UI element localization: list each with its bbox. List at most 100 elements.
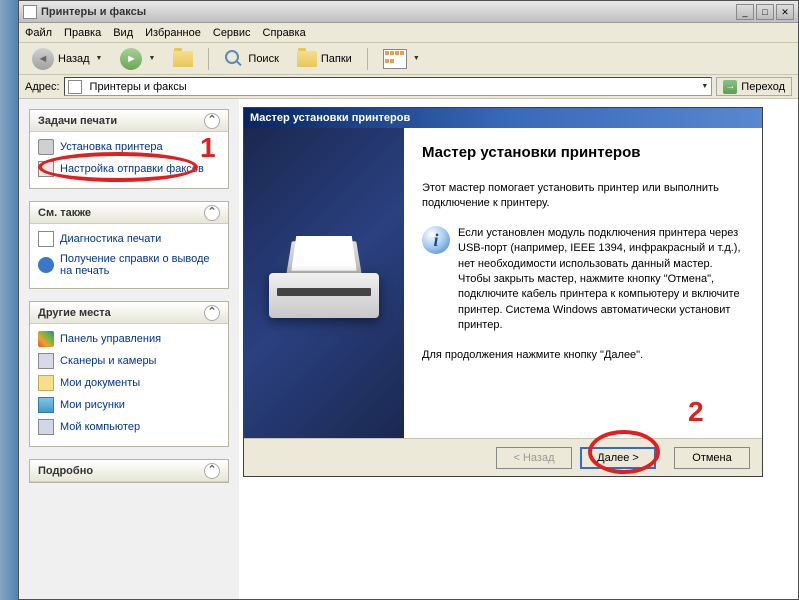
location-icon — [68, 80, 82, 94]
sidebar-item-troubleshoot[interactable]: Диагностика печати — [38, 228, 220, 250]
window-icon — [23, 5, 37, 19]
address-label: Адрес: — [25, 81, 60, 93]
menu-file[interactable]: Файл — [25, 27, 52, 39]
panel-title: См. также — [38, 207, 91, 219]
sidebar-item-documents[interactable]: Мои документы — [38, 372, 220, 394]
collapse-icon[interactable]: ⌃ — [204, 205, 220, 221]
close-button[interactable]: ✕ — [776, 4, 794, 20]
folders-button[interactable]: Папки — [290, 46, 359, 72]
pictures-icon — [38, 397, 54, 413]
sidebar-item-get-help[interactable]: Получение справки о выводе на печать — [38, 250, 220, 280]
menu-view[interactable]: Вид — [113, 27, 133, 39]
scanner-icon — [38, 353, 54, 369]
maximize-button[interactable]: □ — [756, 4, 774, 20]
wizard-continue-text: Для продолжения нажмите кнопку "Далее". — [422, 348, 744, 363]
panel-title: Другие места — [38, 307, 111, 319]
sidebar-item-label: Получение справки о выводе на печать — [60, 253, 220, 277]
documents-icon — [38, 375, 54, 391]
printer-icon — [38, 139, 54, 155]
collapse-icon[interactable]: ⌃ — [204, 113, 220, 129]
address-bar: Адрес: Принтеры и факсы ▼ → Переход — [19, 75, 798, 99]
menu-help[interactable]: Справка — [263, 27, 306, 39]
sidebar-item-fax-setup[interactable]: Настройка отправки факсов — [38, 158, 220, 180]
panel-details: Подробно ⌃ — [29, 459, 229, 483]
views-icon — [383, 49, 407, 69]
sidebar-item-pictures[interactable]: Мои рисунки — [38, 394, 220, 416]
address-value: Принтеры и факсы — [90, 81, 187, 93]
sidebar-item-control-panel[interactable]: Панель управления — [38, 328, 220, 350]
minimize-button[interactable]: _ — [736, 4, 754, 20]
sidebar-item-mycomputer[interactable]: Мой компьютер — [38, 416, 220, 438]
next-button[interactable]: Далее > — [580, 447, 656, 469]
wizard-titlebar: Мастер установки принтеров — [244, 108, 762, 128]
mycomputer-icon — [38, 419, 54, 435]
printer-wizard-dialog: Мастер установки принтеров Мастер устано… — [243, 107, 763, 477]
back-button[interactable]: ◄ Назад ▼ — [25, 46, 109, 72]
wizard-footer: < Назад Далее > Отмена — [244, 438, 762, 476]
go-arrow-icon: → — [723, 80, 737, 94]
collapse-icon[interactable]: ⌃ — [204, 463, 220, 479]
main-content: Мастер установки принтеров Мастер устано… — [239, 99, 798, 599]
collapse-icon[interactable]: ⌃ — [204, 305, 220, 321]
panel-see-also: См. также ⌃ Диагностика печати Получение… — [29, 201, 229, 289]
wizard-title-text: Мастер установки принтеров — [250, 112, 410, 124]
wizard-intro: Этот мастер помогает установить принтер … — [422, 181, 744, 212]
sidebar-item-label: Мои рисунки — [60, 399, 125, 411]
forward-button[interactable]: ► ▼ — [113, 46, 162, 72]
separator — [367, 48, 368, 70]
up-button[interactable] — [166, 46, 200, 72]
panel-header[interactable]: Задачи печати ⌃ — [30, 110, 228, 132]
panel-header[interactable]: Подробно ⌃ — [30, 460, 228, 482]
menu-favorites[interactable]: Избранное — [145, 27, 201, 39]
search-label: Поиск — [248, 53, 278, 65]
sidebar-item-scanners[interactable]: Сканеры и камеры — [38, 350, 220, 372]
go-label: Переход — [741, 81, 785, 93]
control-panel-icon — [38, 331, 54, 347]
menu-tools[interactable]: Сервис — [213, 27, 251, 39]
menu-edit[interactable]: Правка — [64, 27, 101, 39]
sidebar-item-label: Мои документы — [60, 377, 140, 389]
back-label: Назад — [58, 53, 90, 65]
info-icon: i — [422, 226, 450, 254]
cancel-button[interactable]: Отмена — [674, 447, 750, 469]
panel-other-places: Другие места ⌃ Панель управления Сканеры… — [29, 301, 229, 447]
wizard-content: Мастер установки принтеров Этот мастер п… — [404, 128, 762, 438]
toolbar: ◄ Назад ▼ ► ▼ Поиск Папки ▼ — [19, 43, 798, 75]
views-button[interactable]: ▼ — [376, 46, 427, 72]
window-title: Принтеры и факсы — [41, 6, 736, 18]
folder-icon — [297, 51, 317, 67]
search-icon — [224, 49, 244, 69]
sidebar-item-label: Панель управления — [60, 333, 161, 345]
search-button[interactable]: Поиск — [217, 46, 285, 72]
chevron-down-icon: ▼ — [413, 55, 420, 62]
back-button: < Назад — [496, 447, 572, 469]
chevron-down-icon: ▼ — [148, 55, 155, 62]
back-icon: ◄ — [32, 48, 54, 70]
wizard-heading: Мастер установки принтеров — [422, 144, 744, 161]
separator — [208, 48, 209, 70]
wizard-banner — [244, 128, 404, 438]
panel-title: Задачи печати — [38, 115, 117, 127]
help-icon — [38, 257, 54, 273]
sidebar-item-label: Настройка отправки факсов — [60, 163, 204, 175]
folders-label: Папки — [321, 53, 352, 65]
sidebar-item-label: Диагностика печати — [60, 233, 161, 245]
titlebar: Принтеры и факсы _ □ ✕ — [19, 1, 798, 23]
diagnostics-icon — [38, 231, 54, 247]
panel-print-tasks: Задачи печати ⌃ Установка принтера Настр… — [29, 109, 229, 189]
go-button[interactable]: → Переход — [716, 77, 792, 96]
forward-icon: ► — [120, 48, 142, 70]
chevron-down-icon: ▼ — [96, 55, 103, 62]
tasks-sidebar: Задачи печати ⌃ Установка принтера Настр… — [19, 99, 239, 599]
chevron-down-icon[interactable]: ▼ — [701, 83, 708, 90]
desktop-taskbar — [0, 0, 18, 600]
wizard-info-text: Если установлен модуль подключения принт… — [458, 226, 744, 334]
address-input[interactable]: Принтеры и факсы ▼ — [64, 77, 713, 96]
sidebar-item-label: Сканеры и камеры — [60, 355, 156, 367]
sidebar-item-label: Мой компьютер — [60, 421, 140, 433]
sidebar-item-install-printer[interactable]: Установка принтера — [38, 136, 220, 158]
printer-illustration — [269, 233, 379, 318]
panel-header[interactable]: Другие места ⌃ — [30, 302, 228, 324]
menu-bar: Файл Правка Вид Избранное Сервис Справка — [19, 23, 798, 43]
panel-header[interactable]: См. также ⌃ — [30, 202, 228, 224]
